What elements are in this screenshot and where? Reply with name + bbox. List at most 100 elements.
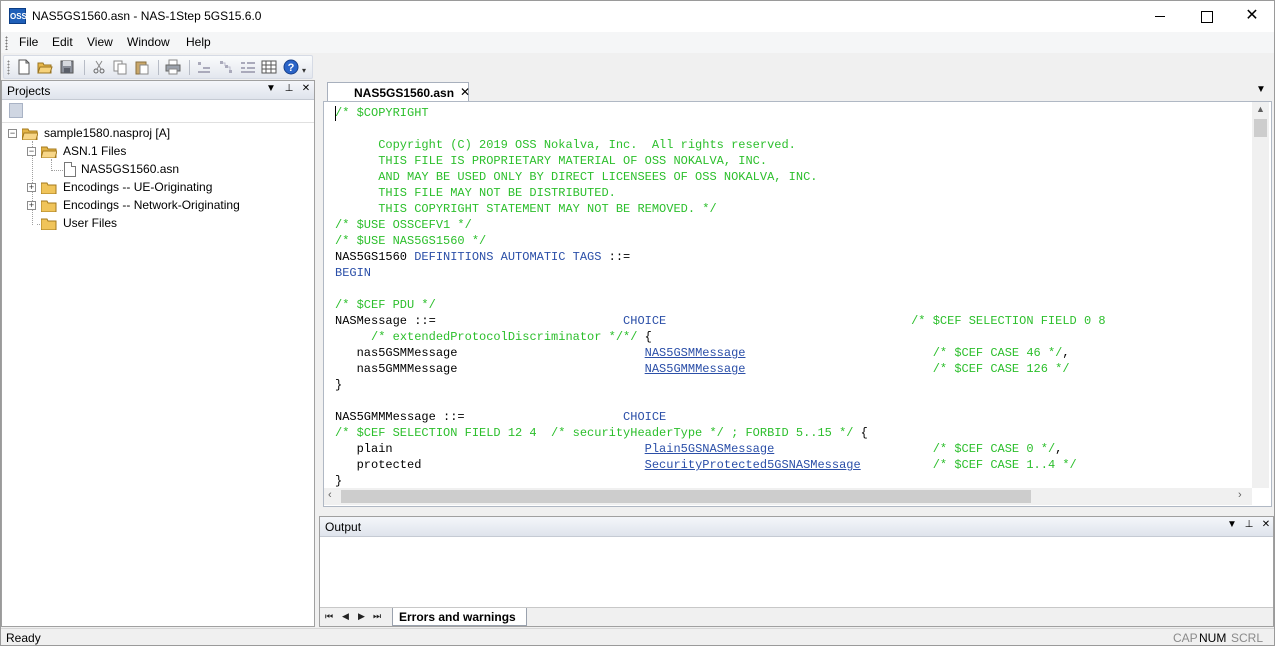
table-icon[interactable] bbox=[261, 59, 277, 75]
tree-item-encodings-ue[interactable]: + Encodings -- UE-Originating bbox=[27, 179, 307, 197]
caps-lock-indicator: CAP bbox=[1173, 631, 1198, 645]
maximize-button[interactable] bbox=[1183, 1, 1229, 32]
output-close-button[interactable]: ✕ bbox=[1260, 519, 1272, 530]
output-content[interactable] bbox=[320, 537, 1273, 607]
code-token: /* $CEF PDU */ bbox=[335, 298, 436, 312]
type-reference-link[interactable]: NAS5GMMMessage bbox=[645, 362, 746, 376]
horizontal-scrollbar[interactable]: ‹ › bbox=[324, 488, 1252, 505]
code-content[interactable]: /* $COPYRIGHT Copyright (C) 2019 OSS Nok… bbox=[335, 105, 1106, 489]
save-icon[interactable] bbox=[59, 59, 75, 75]
tree-item-label: Encodings -- Network-Originating bbox=[63, 198, 240, 212]
app-logo-icon: OSS bbox=[9, 8, 27, 24]
menu-view[interactable]: View bbox=[87, 35, 113, 49]
cut-icon[interactable] bbox=[91, 59, 107, 75]
tab-list-dropdown-icon[interactable]: ▼ bbox=[1256, 84, 1266, 95]
prev-tab-icon[interactable]: ◀ bbox=[342, 611, 349, 622]
new-file-icon[interactable] bbox=[16, 59, 32, 75]
type-reference-link[interactable]: NAS5GSMMessage bbox=[645, 346, 746, 360]
editor-tab[interactable]: NAS5GS1560.asn ✕ bbox=[327, 82, 470, 101]
close-window-button[interactable]: ✕ bbox=[1229, 1, 1275, 32]
next-tab-icon[interactable]: ▶ bbox=[358, 611, 365, 622]
scroll-left-icon[interactable]: ‹ bbox=[328, 489, 332, 501]
scroll-right-icon[interactable]: › bbox=[1238, 489, 1242, 501]
folder-icon bbox=[41, 218, 57, 230]
expand-icon[interactable]: + bbox=[27, 183, 36, 192]
tree-item-encodings-network[interactable]: + Encodings -- Network-Originating bbox=[27, 197, 312, 215]
copy-icon[interactable] bbox=[112, 59, 128, 75]
output-tab-strip: ⏮ ◀ ▶ ⏭ Errors and warnings bbox=[320, 607, 1273, 626]
code-line: /* $USE OSSCEFV1 */ bbox=[335, 217, 1106, 233]
expand-icon[interactable]: + bbox=[27, 201, 36, 210]
status-bar: Ready CAP NUM SCRL bbox=[1, 628, 1274, 645]
code-token: { bbox=[637, 330, 652, 344]
tree-item-label: ASN.1 Files bbox=[63, 144, 127, 158]
tree-item-user-files[interactable]: User Files bbox=[27, 215, 307, 233]
minimize-button[interactable] bbox=[1137, 1, 1183, 32]
help-icon[interactable]: ? bbox=[283, 59, 299, 75]
output-dropdown-button[interactable]: ▼ bbox=[1226, 519, 1238, 530]
collapse-icon[interactable]: − bbox=[8, 129, 17, 138]
code-token: NASMessage ::= bbox=[335, 314, 624, 328]
scroll-up-icon[interactable]: ▲ bbox=[1256, 104, 1265, 114]
collapse-icon[interactable]: − bbox=[27, 147, 36, 156]
code-line: /* $USE NAS5GS1560 */ bbox=[335, 233, 1106, 249]
tree-line bbox=[51, 170, 63, 171]
first-tab-icon[interactable]: ⏮ bbox=[325, 611, 333, 622]
menu-file[interactable]: File bbox=[19, 35, 38, 49]
open-folder-icon[interactable] bbox=[37, 59, 53, 75]
toolbar-grip[interactable] bbox=[7, 60, 10, 75]
menubar-grip[interactable] bbox=[5, 36, 8, 50]
code-line: THIS FILE IS PROPRIETARY MATERIAL OF OSS… bbox=[335, 153, 1106, 169]
tree-item-asn-files[interactable]: − ASN.1 Files bbox=[27, 143, 307, 161]
code-token: , bbox=[1062, 346, 1070, 360]
project-properties-icon[interactable] bbox=[9, 103, 23, 118]
type-reference-link[interactable]: SecurityProtected5GSNASMessage bbox=[645, 458, 861, 472]
code-token: NAS5GMMMessage ::= bbox=[335, 410, 624, 424]
projects-panel-title: Projects bbox=[7, 84, 51, 98]
folder-open-icon bbox=[22, 128, 38, 140]
code-token: BEGIN bbox=[335, 266, 372, 280]
tab-errors-and-warnings[interactable]: Errors and warnings bbox=[392, 608, 527, 626]
projects-pin-button[interactable]: ⊥ bbox=[283, 83, 295, 94]
projects-dropdown-button[interactable]: ▼ bbox=[265, 83, 277, 94]
toolbar-separator bbox=[158, 60, 159, 75]
decode-icon[interactable] bbox=[240, 59, 256, 75]
code-token: /* $COPYRIGHT bbox=[335, 106, 429, 120]
code-line: /* $CEF PDU */ bbox=[335, 297, 1106, 313]
code-token: THIS FILE IS PROPRIETARY MATERIAL OF OSS… bbox=[335, 154, 768, 168]
code-token: } bbox=[335, 474, 343, 488]
vertical-scrollbar[interactable]: ▲ bbox=[1252, 102, 1269, 488]
encode-icon[interactable] bbox=[218, 59, 234, 75]
compile-icon[interactable] bbox=[196, 59, 212, 75]
code-token: Copyright (C) 2019 OSS Nokalva, Inc. All… bbox=[335, 138, 796, 152]
app-window: OSS NAS5GS1560.asn - NAS-1Step 5GS15.6.0… bbox=[0, 0, 1275, 646]
tree-item-asn-file[interactable]: NAS5GS1560.asn bbox=[64, 161, 264, 179]
menu-window[interactable]: Window bbox=[127, 35, 170, 49]
code-line: NAS5GMMMessage ::= CHOICE bbox=[335, 409, 1106, 425]
code-editor[interactable]: /* $COPYRIGHT Copyright (C) 2019 OSS Nok… bbox=[323, 101, 1272, 507]
code-line: AND MAY BE USED ONLY BY DIRECT LICENSEES… bbox=[335, 169, 1106, 185]
projects-close-button[interactable]: ✕ bbox=[300, 83, 312, 94]
last-tab-icon[interactable]: ⏭ bbox=[373, 611, 381, 622]
horizontal-scroll-thumb[interactable] bbox=[341, 490, 1031, 503]
tree-item-project[interactable]: − sample1580.nasproj [A] bbox=[8, 125, 308, 143]
type-reference-link[interactable]: Plain5GSNASMessage bbox=[645, 442, 775, 456]
menu-help[interactable]: Help bbox=[186, 35, 211, 49]
code-token: /* $CEF CASE 126 */ bbox=[932, 362, 1070, 376]
paste-icon[interactable] bbox=[134, 59, 150, 75]
main-toolbar: ? ▾ bbox=[3, 55, 313, 79]
print-icon[interactable] bbox=[165, 59, 181, 75]
num-lock-indicator: NUM bbox=[1199, 631, 1227, 645]
output-pin-button[interactable]: ⊥ bbox=[1243, 519, 1255, 530]
text-caret bbox=[335, 106, 336, 121]
vertical-scroll-thumb[interactable] bbox=[1254, 119, 1267, 137]
code-token: CHOICE bbox=[623, 314, 667, 328]
close-tab-icon[interactable]: ✕ bbox=[460, 85, 470, 99]
toolbar-overflow-button[interactable]: ▾ bbox=[302, 59, 310, 75]
menu-edit[interactable]: Edit bbox=[52, 35, 73, 49]
code-token: /* $CEF CASE 46 */ bbox=[932, 346, 1063, 360]
